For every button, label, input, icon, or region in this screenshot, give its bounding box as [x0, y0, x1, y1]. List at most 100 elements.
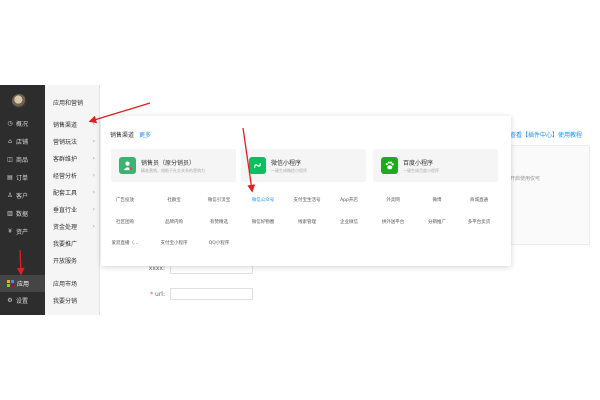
channel-wecom[interactable]: 企业微信: [327, 219, 371, 225]
subnav-heading: 应用和营销: [53, 100, 84, 107]
card-subtitle: 一键生成微信小程序: [271, 168, 307, 173]
chevron-right-icon: ›: [92, 189, 95, 196]
chevron-right-icon: ›: [92, 138, 95, 145]
sidebar-item-orders[interactable]: ▤ 订单: [0, 169, 45, 186]
subnav-item-label: 配套工具: [53, 190, 78, 197]
channel-wechat-official-account[interactable]: 微信公众号: [241, 197, 285, 203]
sidebar-item-settings[interactable]: ⚙ 设置: [0, 292, 45, 309]
sidebar-item-label: 概况: [16, 121, 29, 128]
subnav-item-label: 垂直行业: [53, 207, 78, 214]
sidebar-item-goods[interactable]: ◫ 商品: [0, 151, 45, 168]
channel-distribution-promo[interactable]: 分销推广: [415, 219, 459, 225]
channel-multi-platform[interactable]: 多平台卖货: [457, 219, 501, 225]
popover-title: 销售渠道: [110, 132, 135, 139]
subnav-item-industry[interactable]: 垂直行业 ›: [45, 201, 100, 218]
channel-delivery-platform[interactable]: 拼外送平台: [371, 219, 415, 225]
chevron-right-icon: ›: [92, 155, 95, 162]
subnav-item-promote[interactable]: 我要推广: [45, 235, 100, 252]
app-window: ◷ 概况 ⌂ 店铺 ◫ 商品 ▤ 订单 ♙ 客户 ▥ 数据 ¥ 资产 应用 ⚙ …: [0, 85, 600, 315]
subnav-item-label: 我要推广: [53, 241, 78, 248]
sidebar-item-apps[interactable]: 应用: [0, 275, 45, 292]
subnav-item-customer-care[interactable]: 客群维护 ›: [45, 150, 100, 167]
sales-channel-popover: 销售渠道 更多 销售员（原分销员） 精准营销，借助于社交关系的营销力 微信小程序…: [101, 116, 511, 266]
more-link[interactable]: 更多: [139, 130, 151, 139]
chart-icon: ▥: [7, 209, 13, 217]
card-subtitle: 精准营销，借助于社交关系的营销力: [141, 168, 205, 173]
channel-app-store[interactable]: App开店: [327, 197, 371, 203]
salesperson-icon: [119, 157, 136, 174]
sidebar-item-assets[interactable]: ¥ 资产: [0, 223, 45, 240]
sidebar-item-label: 应用: [17, 281, 30, 288]
subnav-item-distribution[interactable]: 我要分销: [45, 292, 100, 309]
card-title: 百度小程序: [403, 160, 434, 167]
subnav-item-analysis[interactable]: 经营分析 ›: [45, 167, 100, 184]
channel-group-buy[interactable]: 社区团购: [103, 219, 147, 225]
channel-takeout[interactable]: 外卖网: [371, 197, 415, 203]
sidebar-item-customers[interactable]: ♙ 客户: [0, 187, 45, 204]
subnav-item-label: 开放服务: [53, 258, 78, 265]
chevron-right-icon: ›: [92, 172, 95, 179]
sidebar-item-label: 设置: [16, 298, 29, 305]
sidebar-item-label: 商品: [16, 157, 29, 164]
avatar[interactable]: [12, 94, 26, 108]
subnav-item-app-market[interactable]: 应用市场: [45, 275, 100, 292]
channel-community[interactable]: 社群宝: [152, 197, 196, 203]
chevron-right-icon: ›: [92, 121, 95, 128]
chevron-right-icon: ›: [92, 223, 95, 230]
channel-qq-mini-program[interactable]: QQ小程序: [197, 240, 241, 246]
primary-sidebar: ◷ 概况 ⌂ 店铺 ◫ 商品 ▤ 订单 ♙ 客户 ▥ 数据 ¥ 资产 应用 ⚙ …: [0, 85, 45, 315]
channel-lead-management[interactable]: 线索管理: [285, 219, 329, 225]
subnav-item-label: 资金处理: [53, 224, 78, 231]
card-salesperson[interactable]: 销售员（原分销员） 精准营销，借助于社交关系的营销力: [111, 149, 236, 182]
channel-brand-inner[interactable]: 品牌内购: [152, 219, 196, 225]
sidebar-item-label: 店铺: [16, 139, 29, 146]
channel-live-stream[interactable]: 爱逛直播（…: [103, 240, 147, 246]
gear-icon: ⚙: [7, 296, 13, 304]
info-panel: [510, 145, 590, 245]
channel-wechat-goods[interactable]: 微信好物圈: [241, 219, 285, 225]
subnav-item-open-service[interactable]: 开放服务: [45, 252, 100, 269]
sidebar-item-label: 资产: [16, 229, 29, 236]
paw-icon: [381, 157, 398, 174]
form-label-field1: xxxx:: [148, 265, 165, 272]
sidebar-item-label: 数据: [16, 211, 29, 218]
channel-weibo[interactable]: 微博: [415, 197, 459, 203]
card-wechat-mini-program[interactable]: 微信小程序 一键生成微信小程序: [241, 149, 366, 182]
channel-wechat-traffic[interactable]: 微信引流宝: [197, 197, 241, 203]
money-icon: ¥: [8, 227, 12, 235]
channel-youzan-picks[interactable]: 有赞精选: [197, 219, 241, 225]
sidebar-item-label: 客户: [16, 193, 29, 200]
subnav-item-marketing[interactable]: 营销玩法 ›: [45, 133, 100, 150]
secondary-sidebar: 应用和营销 销售渠道 › 营销玩法 › 客群维护 › 经营分析 › 配套工具 ›…: [45, 85, 100, 315]
clock-icon: ◷: [7, 119, 13, 127]
sidebar-item-store[interactable]: ⌂ 店铺: [0, 133, 45, 150]
plugin-help-link[interactable]: 查看【插件中心】使用教程: [510, 130, 582, 139]
sidebar-item-overview[interactable]: ◷ 概况: [0, 115, 45, 132]
subnav-item-label: 客群维护: [53, 156, 78, 163]
card-subtitle: 一键生成百度小程序: [403, 168, 439, 173]
info-note: 开启使用仅可: [510, 176, 541, 182]
apps-grid-icon: [7, 280, 14, 287]
card-title: 销售员（原分销员）: [141, 160, 196, 167]
channel-ads[interactable]: 广告投放: [103, 197, 147, 203]
list-icon: ▤: [7, 173, 13, 181]
url-input[interactable]: [170, 288, 253, 300]
subnav-item-label: 营销玩法: [53, 139, 78, 146]
subnav-item-label: 我要分销: [53, 298, 78, 305]
channel-alipay-life[interactable]: 支付宝生活号: [285, 197, 329, 203]
subnav-item-label: 应用市场: [53, 281, 78, 288]
card-baidu-mini-program[interactable]: 百度小程序 一键生成百度小程序: [373, 149, 498, 182]
channel-alipay-mini-program[interactable]: 支付宝小程序: [152, 240, 196, 246]
subnav-item-sales-channels[interactable]: 销售渠道 ›: [45, 116, 100, 133]
subnav-item-funds[interactable]: 资金处理 ›: [45, 218, 100, 235]
subnav-item-tools[interactable]: 配套工具 ›: [45, 184, 100, 201]
sidebar-item-label: 订单: [16, 175, 29, 182]
person-icon: ♙: [7, 191, 13, 199]
card-title: 微信小程序: [271, 160, 302, 167]
bag-icon: ◫: [7, 155, 13, 163]
sidebar-item-data[interactable]: ▥ 数据: [0, 205, 45, 222]
channel-mall-direct[interactable]: 商城直通: [457, 197, 501, 203]
store-icon: ⌂: [8, 137, 12, 145]
subnav-item-label: 经营分析: [53, 173, 78, 180]
form-label-url: * url:: [150, 291, 165, 298]
